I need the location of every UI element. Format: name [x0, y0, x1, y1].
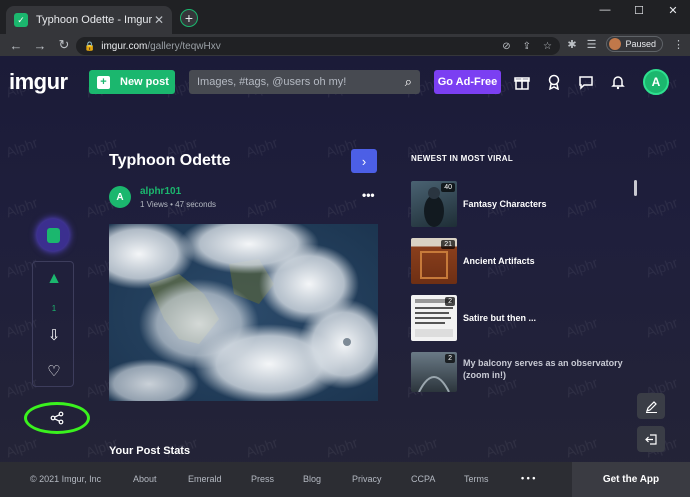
viral-item-label: My balcony serves as an observatory (zoo…	[463, 358, 623, 380]
footer-link-press[interactable]: Press	[251, 474, 274, 484]
tab-close-icon[interactable]: ✕	[154, 13, 164, 27]
profile-avatar	[609, 38, 622, 50]
lock-icon: 🔒	[84, 40, 96, 51]
window-controls: — ☐ ✕	[588, 0, 690, 20]
search-input[interactable]: Images, #tags, @users oh my! ⌕	[189, 70, 420, 94]
minimize-window-icon[interactable]: —	[588, 0, 622, 20]
browser-tabbar: ✓ Typhoon Odette - Imgur ✕ + — ☐ ✕	[0, 0, 690, 34]
viral-item[interactable]: 2 Satire but then ...	[411, 295, 641, 341]
close-window-icon[interactable]: ✕	[656, 0, 690, 20]
viral-heading: NEWEST IN MOST VIRAL	[411, 154, 513, 163]
author-name[interactable]: alphr101	[140, 186, 181, 197]
browser-tab[interactable]: ✓ Typhoon Odette - Imgur ✕	[6, 6, 172, 34]
search-placeholder: Images, #tags, @users oh my!	[197, 76, 347, 88]
imgur-page: Alphr imgur + New post Images, #tags, @u…	[0, 56, 690, 497]
imgur-favicon-icon: ✓	[14, 13, 28, 27]
viral-item[interactable]: 40 Fantasy Characters	[411, 181, 641, 227]
get-the-app-button[interactable]: Get the App	[572, 462, 690, 497]
viral-thumbnail: 21	[411, 238, 457, 284]
vote-panel: ▲ 1 ⇩ ♡	[32, 261, 74, 387]
back-arrow-icon[interactable]: ←	[6, 35, 26, 55]
upvote-icon[interactable]: ▲	[33, 270, 75, 288]
chat-icon[interactable]	[576, 72, 596, 92]
footer-link-emerald[interactable]: Emerald	[188, 474, 222, 484]
share-icon	[50, 411, 64, 425]
search-icon[interactable]: ⌕	[405, 74, 412, 90]
extensions-icon[interactable]: ✱	[567, 38, 576, 51]
bell-icon[interactable]	[608, 72, 628, 92]
viral-item[interactable]: 2 My balcony serves as an observatory (z…	[411, 352, 641, 392]
new-post-label: New post	[120, 76, 169, 88]
bookmark-star-icon[interactable]: ☆	[543, 41, 552, 52]
reading-list-icon[interactable]: ☰	[587, 38, 597, 51]
image-count-badge: 2	[445, 354, 455, 363]
profile-status: Paused	[625, 39, 656, 49]
vote-count: 1	[51, 304, 57, 313]
viral-item-label: Fantasy Characters	[463, 199, 547, 209]
viral-thumbnail: 2	[411, 352, 457, 392]
forward-arrow-icon[interactable]: →	[30, 35, 50, 55]
footer-link-blog[interactable]: Blog	[303, 474, 321, 484]
address-bar[interactable]: 🔒 imgur.com/gallery/teqwHxv ⊘ ⇪ ☆	[76, 37, 560, 55]
viral-thumbnail: 2	[411, 295, 457, 341]
footer-link-about[interactable]: About	[133, 474, 157, 484]
typhoon-satellite-image[interactable]	[109, 224, 378, 401]
new-tab-button[interactable]: +	[180, 9, 198, 27]
reload-icon[interactable]: ↻	[54, 35, 74, 55]
post-meta: 1 Views • 47 seconds	[140, 200, 217, 209]
user-avatar[interactable]: A	[643, 69, 669, 95]
viral-thumbnail: 40	[411, 181, 457, 227]
image-count-badge: 21	[441, 240, 455, 249]
post-stats-heading: Your Post Stats	[109, 445, 191, 457]
plus-icon: +	[97, 75, 110, 89]
maximize-window-icon[interactable]: ☐	[622, 0, 656, 20]
logout-icon[interactable]	[637, 426, 665, 452]
footer-copyright: © 2021 Imgur, Inc	[30, 474, 102, 484]
edit-icon[interactable]	[637, 393, 665, 419]
award-icon[interactable]	[544, 72, 564, 92]
imgur-logo[interactable]: imgur	[9, 69, 68, 95]
share-button[interactable]	[24, 402, 90, 434]
viral-item-label: Satire but then ...	[463, 313, 537, 323]
next-post-button[interactable]: ›	[351, 149, 377, 173]
award-badge[interactable]	[37, 219, 69, 251]
post-title: Typhoon Odette	[109, 152, 231, 169]
downvote-icon[interactable]: ⇩	[33, 326, 75, 344]
browser-toolbar: ← → ↻ 🔒 imgur.com/gallery/teqwHxv ⊘ ⇪ ☆ …	[0, 34, 690, 56]
eye-off-icon[interactable]: ⊘	[502, 41, 510, 52]
footer-link-terms[interactable]: Terms	[464, 474, 489, 484]
footer-link-ccpa[interactable]: CCPA	[411, 474, 435, 484]
tab-title: Typhoon Odette - Imgur	[36, 14, 153, 26]
footer-more-icon[interactable]: • • •	[521, 473, 535, 483]
footer-link-privacy[interactable]: Privacy	[352, 474, 382, 484]
share-page-icon[interactable]: ⇪	[523, 41, 531, 52]
profile-button[interactable]: Paused	[606, 36, 663, 52]
image-count-badge: 40	[441, 183, 455, 192]
new-post-button[interactable]: + New post	[89, 70, 175, 94]
go-ad-free-button[interactable]: Go Ad-Free	[434, 70, 501, 94]
heart-icon[interactable]: ♡	[33, 362, 75, 380]
site-header: imgur + New post Images, #tags, @users o…	[0, 56, 690, 106]
url-text: imgur.com/gallery/teqwHxv	[101, 40, 221, 52]
author-avatar[interactable]: A	[109, 186, 131, 208]
post-options-icon[interactable]: •••	[362, 188, 375, 202]
gift-icon[interactable]	[512, 72, 532, 92]
viral-item[interactable]: 21 Ancient Artifacts	[411, 238, 641, 284]
browser-menu-icon[interactable]: ⋮	[673, 38, 684, 51]
image-count-badge: 2	[445, 297, 455, 306]
viral-item-label: Ancient Artifacts	[463, 256, 535, 266]
award-shield-icon	[46, 227, 60, 243]
